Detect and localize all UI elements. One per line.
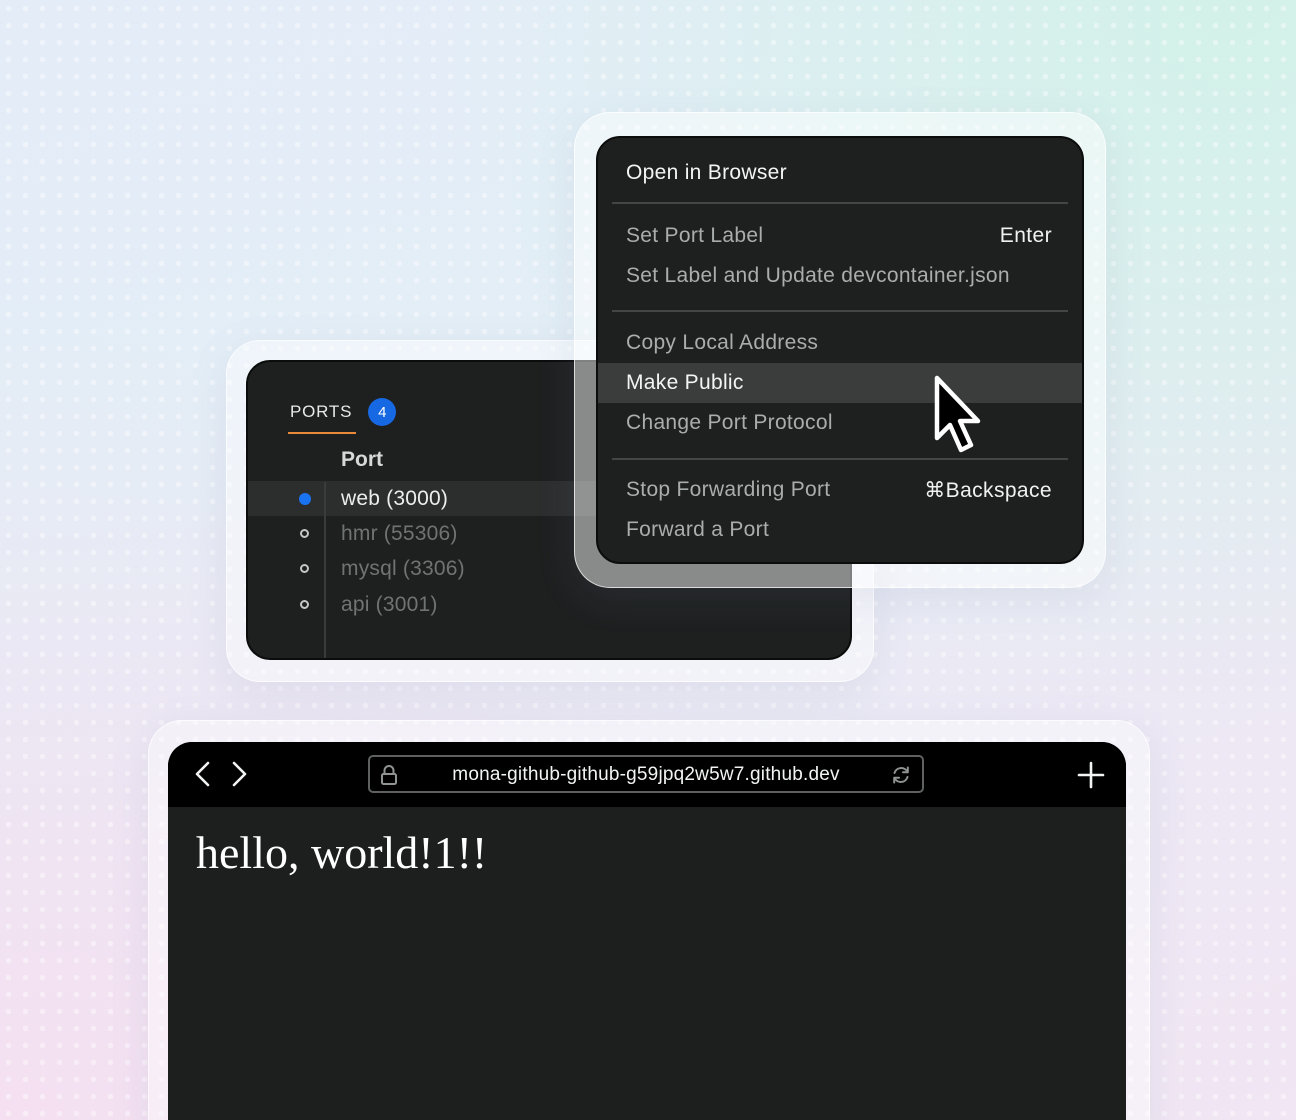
tab-ports[interactable]: PORTS 4 bbox=[290, 398, 397, 426]
port-column-header: Port bbox=[341, 448, 383, 471]
menu-item-label: Set Port Label bbox=[626, 224, 764, 247]
port-status-empty-icon bbox=[300, 529, 309, 538]
menu-item-label: Change Port Protocol bbox=[626, 411, 833, 434]
menu-item-copy-local-address[interactable]: Copy Local Address bbox=[598, 323, 1082, 363]
port-name: hmr (55306) bbox=[341, 521, 458, 545]
menu-item-stop-forwarding-port[interactable]: Stop Forwarding Port ⌘Backspace bbox=[598, 470, 1082, 510]
menu-item-label: Forward a Port bbox=[626, 518, 770, 541]
port-name: mysql (3306) bbox=[341, 556, 465, 580]
menu-item-label: Set Label and Update devcontainer.json bbox=[626, 264, 1010, 287]
page-content-text: hello, world!1!! bbox=[196, 827, 488, 878]
port-row-api[interactable]: api (3001) bbox=[248, 587, 850, 622]
reload-icon[interactable] bbox=[890, 764, 912, 786]
menu-item-forward-a-port[interactable]: Forward a Port bbox=[598, 510, 1082, 550]
menu-item-label: Stop Forwarding Port bbox=[626, 478, 831, 501]
ports-count-badge: 4 bbox=[368, 398, 397, 426]
browser-window: mona-github-github-g59jpq2w5w7.github.de… bbox=[168, 742, 1126, 1120]
mouse-pointer-icon bbox=[934, 375, 981, 453]
menu-item-shortcut: Enter bbox=[999, 224, 1052, 247]
menu-item-set-port-label[interactable]: Set Port Label Enter bbox=[598, 216, 1082, 256]
port-status-empty-icon bbox=[300, 564, 309, 573]
menu-item-label: Make Public bbox=[626, 371, 744, 394]
plus-icon[interactable] bbox=[1076, 760, 1106, 790]
menu-item-label: Open in Browser bbox=[626, 161, 787, 184]
menu-item-change-port-protocol[interactable]: Change Port Protocol bbox=[598, 403, 1082, 443]
active-tab-indicator bbox=[288, 432, 356, 434]
url-text: mona-github-github-g59jpq2w5w7.github.de… bbox=[452, 764, 840, 785]
chevron-right-icon[interactable] bbox=[224, 759, 254, 789]
port-name: api (3001) bbox=[341, 592, 438, 616]
browser-toolbar: mona-github-github-g59jpq2w5w7.github.de… bbox=[168, 742, 1126, 807]
menu-separator bbox=[612, 202, 1068, 204]
menu-item-shortcut: ⌘Backspace bbox=[924, 478, 1052, 502]
menu-item-open-in-browser[interactable]: Open in Browser bbox=[598, 153, 1082, 193]
port-status-empty-icon bbox=[300, 600, 309, 609]
menu-item-set-label-update-devcontainer[interactable]: Set Label and Update devcontainer.json bbox=[598, 256, 1082, 296]
port-status-filled-icon bbox=[299, 492, 311, 505]
menu-separator bbox=[612, 310, 1068, 312]
tab-ports-label: PORTS bbox=[290, 402, 353, 421]
chevron-left-icon[interactable] bbox=[188, 759, 218, 789]
column-divider bbox=[324, 482, 326, 658]
port-name: web (3000) bbox=[341, 486, 449, 510]
menu-separator bbox=[612, 458, 1068, 460]
port-context-menu: Open in Browser Set Port Label Enter Set… bbox=[596, 136, 1084, 564]
menu-item-make-public[interactable]: Make Public bbox=[598, 363, 1082, 403]
address-bar[interactable]: mona-github-github-g59jpq2w5w7.github.de… bbox=[368, 755, 924, 793]
menu-item-label: Copy Local Address bbox=[626, 331, 819, 354]
